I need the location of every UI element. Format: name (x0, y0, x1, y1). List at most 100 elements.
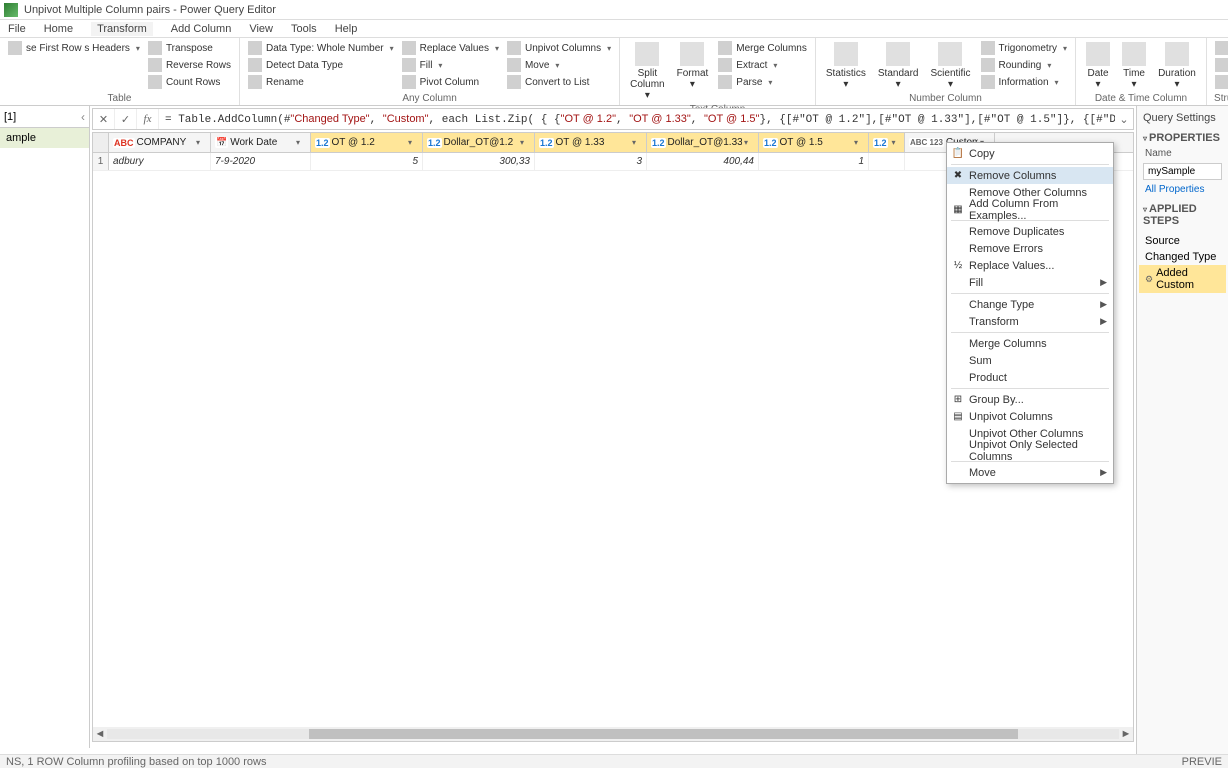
cell[interactable]: adbury (109, 153, 211, 170)
column-filter-icon[interactable]: ▾ (408, 138, 418, 147)
column-filter-icon[interactable]: ▾ (520, 138, 530, 147)
gear-icon[interactable]: ⚙ (1145, 274, 1153, 285)
ribbon-expand-button[interactable]: Expand (1213, 40, 1228, 56)
ribbon-duration-button[interactable]: Duration ▾ (1154, 40, 1200, 92)
fx-icon[interactable]: fx (137, 109, 159, 129)
menu-move[interactable]: Move▶ (947, 464, 1113, 481)
menu-replace-values-[interactable]: ½Replace Values... (947, 257, 1113, 274)
ribbon-format-button[interactable]: Format ▾ (673, 40, 713, 92)
column-filter-icon[interactable]: ▾ (744, 138, 754, 147)
ribbon-rounding-button[interactable]: Rounding▾ (979, 57, 1070, 73)
ribbon-date-button[interactable]: Date ▾ (1082, 40, 1114, 92)
properties-section[interactable]: ▿PROPERTIES (1139, 126, 1226, 146)
ribbon-extract-values-button[interactable]: Extract Values (1213, 74, 1228, 90)
menu-remove-columns[interactable]: ✖Remove Columns (947, 167, 1113, 184)
scroll-track[interactable] (107, 729, 1119, 739)
ribbon-merge-columns-button[interactable]: Merge Columns (716, 40, 809, 56)
ribbon-data-type-whole-number-button[interactable]: Data Type: Whole Number▾ (246, 40, 396, 56)
ribbon-information-button[interactable]: Information▾ (979, 74, 1070, 90)
ribbon-fill-button[interactable]: Fill▾ (400, 57, 501, 73)
ribbon-scientific-button[interactable]: Scientific ▾ (926, 40, 974, 92)
column-filter-icon[interactable]: ▾ (196, 138, 206, 147)
ribbon-move-button[interactable]: Move▾ (505, 57, 613, 73)
column-filter-icon[interactable]: ▾ (854, 138, 864, 147)
menu-merge-columns[interactable]: Merge Columns (947, 335, 1113, 352)
formula-cancel-button[interactable]: ✕ (93, 109, 115, 129)
menu-home[interactable]: Home (44, 23, 73, 35)
collapse-icon[interactable]: ‹ (81, 110, 85, 124)
menu-transform[interactable]: Transform (91, 22, 153, 36)
query-name-input[interactable]: mySample (1143, 163, 1222, 180)
column-header-ot-1-2[interactable]: 1.2OT @ 1.2▾ (311, 133, 423, 152)
column-header-work-date[interactable]: 📅Work Date▾ (211, 133, 311, 152)
menu-sum[interactable]: Sum (947, 352, 1113, 369)
all-properties-link[interactable]: All Properties (1139, 182, 1226, 197)
ribbon-transpose-button[interactable]: Transpose (146, 40, 233, 56)
ribbon-unpivot-columns-button[interactable]: Unpivot Columns▾ (505, 40, 613, 56)
ribbon-count-rows-button[interactable]: Count Rows (146, 74, 233, 90)
ribbon-parse-button[interactable]: Parse▾ (716, 74, 809, 90)
ribbon-split-button[interactable]: SplitColumn ▾ (626, 40, 668, 103)
cell[interactable]: 3 (535, 153, 647, 170)
cell[interactable]: 5 (311, 153, 423, 170)
ribbon-detect-data-type-button[interactable]: Detect Data Type (246, 57, 396, 73)
column-filter-icon[interactable]: ▾ (296, 138, 306, 147)
formula-expand-button[interactable]: ⌄ (1115, 113, 1133, 126)
column-header-ot-1-33[interactable]: 1.2OT @ 1.33▾ (535, 133, 647, 152)
column-header-company[interactable]: ABCCOMPANY▾ (109, 133, 211, 152)
menu-unpivot-only-selected-columns[interactable]: Unpivot Only Selected Columns (947, 442, 1113, 459)
cell[interactable]: 7-9-2020 (211, 153, 311, 170)
step-source[interactable]: Source (1139, 233, 1226, 249)
applied-steps-section[interactable]: ▿APPLIED STEPS (1139, 197, 1226, 229)
column-filter-icon[interactable]: ▾ (632, 138, 642, 147)
menu-product[interactable]: Product (947, 369, 1113, 386)
column-header-ot-1-5[interactable]: 1.2OT @ 1.5▾ (759, 133, 869, 152)
menu-tools[interactable]: Tools (291, 23, 317, 35)
scroll-thumb[interactable] (309, 729, 1017, 739)
ribbon-extract-button[interactable]: Extract▾ (716, 57, 809, 73)
cell[interactable] (869, 153, 905, 170)
formula-accept-button[interactable]: ✓ (115, 109, 137, 129)
ribbon-se-first-row-s-headers-button[interactable]: se First Row s Headers▾ (6, 40, 142, 56)
menu-copy[interactable]: 📋Copy (947, 145, 1113, 162)
step-added-custom[interactable]: ⚙Added Custom (1139, 265, 1226, 293)
cell[interactable]: 300,33 (423, 153, 535, 170)
horizontal-scrollbar[interactable]: ◄ ► (93, 727, 1133, 741)
ribbon-statistics-button[interactable]: Statistics ▾ (822, 40, 870, 92)
menu-fill[interactable]: Fill▶ (947, 274, 1113, 291)
menu-transform[interactable]: Transform▶ (947, 313, 1113, 330)
ribbon-aggregate-button[interactable]: Aggregate (1213, 57, 1228, 73)
column-header-dollar-ot-1-5[interactable]: 1.2Dollar_OT@1.5▾ (869, 133, 905, 152)
menu-change-type[interactable]: Change Type▶ (947, 296, 1113, 313)
row-number-header[interactable] (93, 133, 109, 152)
ribbon-group-label: Date & Time Column (1082, 92, 1200, 105)
menu-unpivot-columns[interactable]: ▤Unpivot Columns (947, 408, 1113, 425)
menu-group-by-[interactable]: ⊞Group By... (947, 391, 1113, 408)
cell[interactable]: 1 (759, 153, 869, 170)
ribbon-rename-button[interactable]: Rename (246, 74, 396, 90)
menu-remove-duplicates[interactable]: Remove Duplicates (947, 223, 1113, 240)
scroll-right-icon[interactable]: ► (1119, 728, 1133, 740)
formula-input[interactable]: = Table.AddColumn(#"Changed Type", "Cust… (159, 113, 1115, 126)
menu-add-column[interactable]: Add Column (171, 23, 232, 35)
ribbon-reverse-rows-button[interactable]: Reverse Rows (146, 57, 233, 73)
menu-file[interactable]: File (8, 23, 26, 35)
menu-help[interactable]: Help (335, 23, 358, 35)
ribbon-standard-button[interactable]: Standard ▾ (874, 40, 923, 92)
menu-remove-errors[interactable]: Remove Errors (947, 240, 1113, 257)
ribbon-trigonometry-button[interactable]: Trigonometry▾ (979, 40, 1070, 56)
column-header-dollar-ot-1-2[interactable]: 1.2Dollar_OT@1.2▾ (423, 133, 535, 152)
menu-view[interactable]: View (249, 23, 273, 35)
ribbon-pivot-column-button[interactable]: Pivot Column (400, 74, 501, 90)
ribbon-time-button[interactable]: Time ▾ (1118, 40, 1150, 92)
column-header-dollar-ot-1-33[interactable]: 1.2Dollar_OT@1.33▾ (647, 133, 759, 152)
type-num-icon: 1.2 (427, 138, 442, 148)
step-changed-type[interactable]: Changed Type (1139, 249, 1226, 265)
column-filter-icon[interactable]: ▾ (892, 138, 900, 147)
menu-add-column-from-examples-[interactable]: ▦Add Column From Examples... (947, 201, 1113, 218)
query-item[interactable]: ample (0, 128, 89, 148)
ribbon-replace-values-button[interactable]: Replace Values▾ (400, 40, 501, 56)
ribbon-convert-to-list-button[interactable]: Convert to List (505, 74, 613, 90)
scroll-left-icon[interactable]: ◄ (93, 728, 107, 740)
cell[interactable]: 400,44 (647, 153, 759, 170)
